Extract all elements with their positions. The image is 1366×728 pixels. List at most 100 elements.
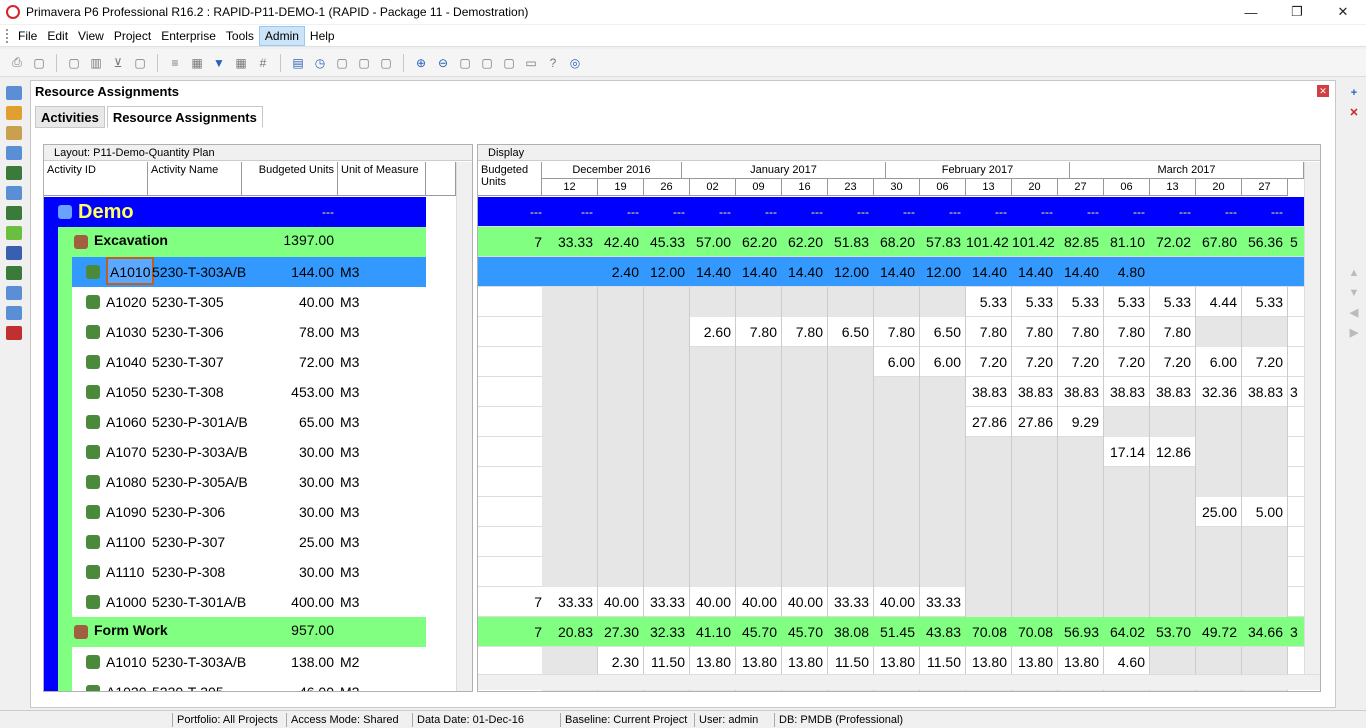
table-row[interactable]: Excavation 1397.00 bbox=[44, 227, 456, 257]
period-cell[interactable]: 38.83 bbox=[1242, 377, 1288, 407]
period-cell[interactable]: 70.08 bbox=[1012, 617, 1058, 647]
help-icon[interactable]: ? bbox=[544, 54, 562, 72]
period-cell[interactable] bbox=[542, 377, 598, 407]
period-cell[interactable]: 72.02 bbox=[1150, 227, 1196, 257]
period-cell[interactable]: 12.86 bbox=[1150, 437, 1196, 467]
pane-icon[interactable]: ▢ bbox=[500, 54, 518, 72]
timescale-row[interactable]: 17.14 12.86 bbox=[478, 437, 1304, 467]
menu-edit[interactable]: Edit bbox=[42, 27, 73, 45]
period-cell[interactable] bbox=[644, 377, 690, 407]
period-cell[interactable] bbox=[1196, 467, 1242, 497]
period-cell[interactable]: --- bbox=[1104, 197, 1150, 227]
period-cell[interactable] bbox=[966, 587, 1012, 617]
period-cell[interactable]: 38.08 bbox=[828, 617, 874, 647]
period-cell[interactable] bbox=[828, 437, 874, 467]
activity-name[interactable]: 5230-P-301A/B bbox=[152, 407, 248, 437]
period-cell[interactable] bbox=[920, 437, 966, 467]
period-cell[interactable]: --- bbox=[644, 197, 690, 227]
period-cell[interactable] bbox=[1104, 407, 1150, 437]
period-cell[interactable]: 56.93 bbox=[1058, 617, 1104, 647]
docs-icon[interactable] bbox=[6, 286, 22, 300]
unit-of-measure[interactable]: M2 bbox=[340, 677, 359, 691]
period-cell[interactable] bbox=[874, 407, 920, 437]
period-cell[interactable]: 12.00 bbox=[828, 257, 874, 287]
activity-id[interactable]: A1060 bbox=[106, 407, 146, 437]
period-cell[interactable] bbox=[690, 347, 736, 377]
move-up-icon[interactable]: ▲ bbox=[1346, 266, 1362, 280]
period-cell[interactable]: --- bbox=[1196, 197, 1242, 227]
assign-icon[interactable] bbox=[1346, 186, 1362, 200]
period-cell[interactable]: --- bbox=[828, 197, 874, 227]
period-cell[interactable]: 6.00 bbox=[874, 347, 920, 377]
period-cell[interactable]: 2.30 bbox=[598, 647, 644, 677]
period-cell[interactable] bbox=[920, 377, 966, 407]
unit-of-measure[interactable]: M3 bbox=[340, 287, 359, 317]
period-cell[interactable] bbox=[542, 497, 598, 527]
period-cell[interactable]: 11.50 bbox=[828, 647, 874, 677]
period-cell[interactable]: 13.80 bbox=[1058, 647, 1104, 677]
period-cell[interactable] bbox=[1196, 587, 1242, 617]
period-cell[interactable]: 42.40 bbox=[598, 227, 644, 257]
period-cell[interactable] bbox=[1150, 467, 1196, 497]
budgeted-units[interactable]: 46.00 bbox=[242, 677, 334, 691]
period-cell[interactable]: 5.00 bbox=[1242, 497, 1288, 527]
unit-of-measure[interactable]: M3 bbox=[340, 587, 359, 617]
period-cell[interactable] bbox=[782, 467, 828, 497]
period-cell[interactable]: 14.40 bbox=[1058, 257, 1104, 287]
period-cell[interactable]: 7.80 bbox=[1150, 317, 1196, 347]
period-cell[interactable] bbox=[782, 527, 828, 557]
columns-icon[interactable]: ▥ bbox=[87, 54, 105, 72]
unit-of-measure[interactable]: M3 bbox=[340, 257, 359, 287]
activity-id[interactable]: A1020 bbox=[106, 287, 146, 317]
budgeted-units[interactable]: 144.00 bbox=[242, 257, 334, 287]
activity-id[interactable]: A1000 bbox=[106, 587, 146, 617]
period-cell[interactable]: 20.83 bbox=[542, 617, 598, 647]
period-cell[interactable] bbox=[644, 317, 690, 347]
period-cell[interactable] bbox=[542, 527, 598, 557]
period-cell[interactable] bbox=[1196, 407, 1242, 437]
period-cell[interactable]: --- bbox=[736, 197, 782, 227]
period-cell[interactable]: 34.66 bbox=[1242, 617, 1288, 647]
split-icon[interactable]: ▢ bbox=[456, 54, 474, 72]
period-cell[interactable]: 11.50 bbox=[644, 647, 690, 677]
period-cell[interactable] bbox=[598, 317, 644, 347]
move-right-icon[interactable]: ▶ bbox=[1346, 326, 1362, 340]
activity-name[interactable]: 5230-P-306 bbox=[152, 497, 225, 527]
period-cell[interactable]: --- bbox=[542, 197, 598, 227]
bars-icon[interactable]: ≡ bbox=[166, 54, 184, 72]
period-cell[interactable] bbox=[644, 467, 690, 497]
activity-name[interactable]: 5230-P-308 bbox=[152, 557, 225, 587]
period-cell[interactable]: 6.50 bbox=[920, 317, 966, 347]
period-cell[interactable] bbox=[690, 527, 736, 557]
period-cell[interactable] bbox=[1058, 527, 1104, 557]
period-cell[interactable] bbox=[1242, 587, 1288, 617]
close-window-button[interactable]: ✕ bbox=[1320, 0, 1366, 24]
budgeted-units[interactable]: 400.00 bbox=[242, 587, 334, 617]
period-cell[interactable]: 68.20 bbox=[874, 227, 920, 257]
period-cell[interactable]: 5.33 bbox=[966, 287, 1012, 317]
period-cell[interactable]: 45.70 bbox=[736, 617, 782, 647]
period-cell[interactable]: 7.80 bbox=[1012, 317, 1058, 347]
period-cell[interactable]: 4.44 bbox=[1196, 287, 1242, 317]
table-row[interactable]: A1040 5230-T-307 72.00 M3 bbox=[44, 347, 456, 377]
period-cell[interactable]: 4.60 bbox=[1104, 647, 1150, 677]
period-cell[interactable] bbox=[644, 497, 690, 527]
period-cell[interactable] bbox=[1104, 587, 1150, 617]
menu-help[interactable]: Help bbox=[305, 27, 340, 45]
period-cell[interactable] bbox=[1058, 467, 1104, 497]
period-cell[interactable] bbox=[920, 287, 966, 317]
period-cell[interactable]: 4.80 bbox=[1104, 257, 1150, 287]
period-cell[interactable] bbox=[1012, 497, 1058, 527]
period-cell[interactable] bbox=[1196, 557, 1242, 587]
right-horizontal-scrollbar[interactable] bbox=[478, 674, 1320, 690]
cut-icon[interactable] bbox=[1346, 126, 1362, 140]
activity-name[interactable]: 5230-P-307 bbox=[152, 527, 225, 557]
period-cell[interactable] bbox=[598, 437, 644, 467]
period-cell[interactable]: 64.02 bbox=[1104, 617, 1150, 647]
period-cell[interactable] bbox=[1196, 647, 1242, 677]
period-cell[interactable]: 101.42 bbox=[966, 227, 1012, 257]
period-cell[interactable]: --- bbox=[966, 197, 1012, 227]
period-cell[interactable] bbox=[782, 287, 828, 317]
period-cell[interactable]: 5.33 bbox=[1104, 287, 1150, 317]
period-cell[interactable]: 51.83 bbox=[828, 227, 874, 257]
